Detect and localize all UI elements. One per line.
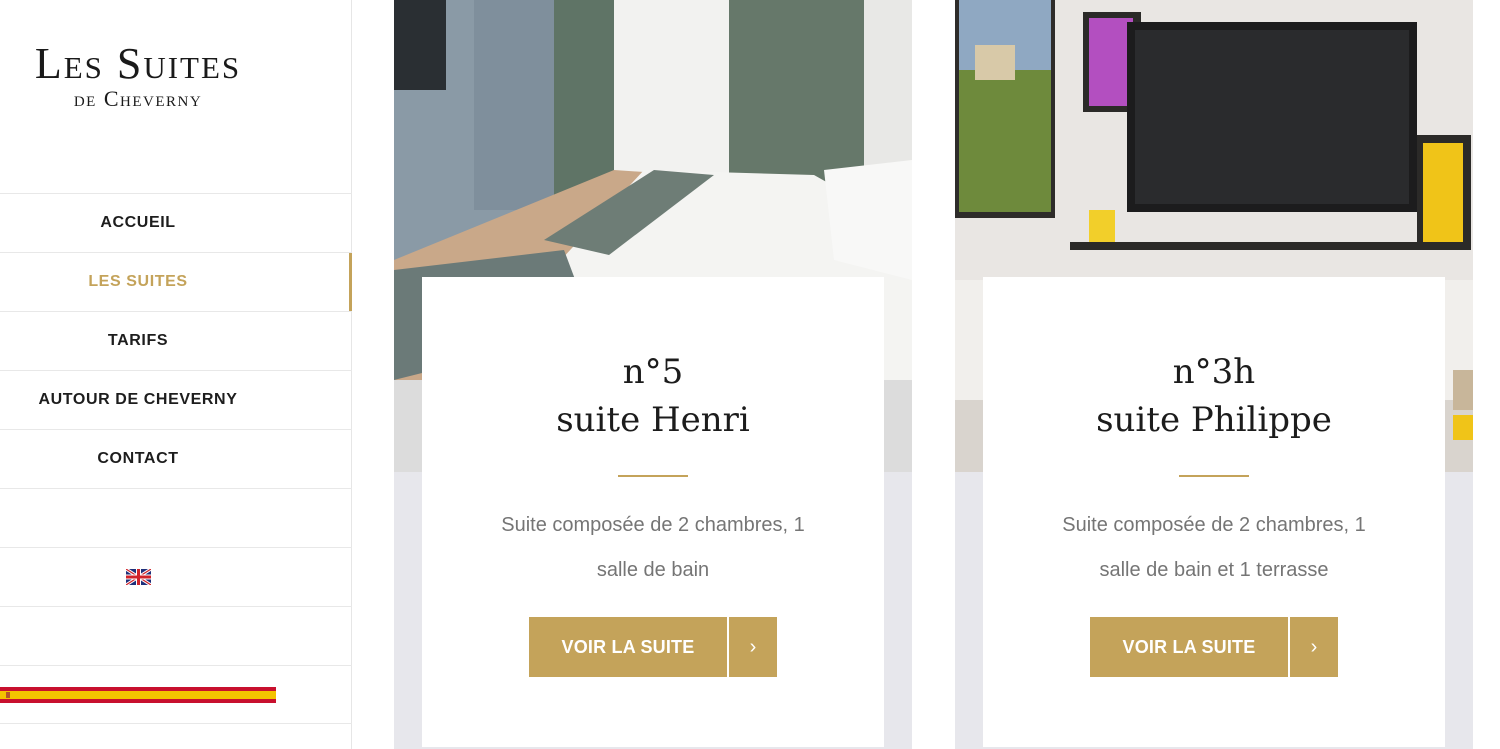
button-label: VOIR LA SUITE: [1090, 617, 1290, 677]
suite-number: n°3h: [1172, 352, 1256, 392]
nav-item-tarifs[interactable]: TARIFS: [0, 311, 352, 370]
site-logo[interactable]: Les Suites de Cheverny: [0, 40, 276, 112]
logo-title: Les Suites: [34, 39, 242, 88]
suites-content: n°5 suite Henri Suite composée de 2 cham…: [352, 0, 1500, 749]
suite-card-philippe: n°3h suite Philippe Suite composée de 2 …: [955, 0, 1473, 749]
chevron-right-icon: ›: [749, 635, 757, 658]
button-label: VOIR LA SUITE: [529, 617, 729, 677]
nav-item-label: ACCUEIL: [100, 214, 176, 231]
uk-flag-icon: [125, 569, 151, 585]
chevron-right-icon: ›: [1310, 635, 1318, 658]
logo-subtitle: de Cheverny: [73, 86, 203, 111]
title-divider: [618, 475, 688, 477]
language-es[interactable]: [0, 665, 352, 724]
suite-description: Suite composée de 2 chambres, 1 salle de…: [501, 514, 805, 581]
nav-item-accueil[interactable]: ACCUEIL: [0, 193, 352, 252]
suite-card-henri: n°5 suite Henri Suite composée de 2 cham…: [394, 0, 912, 749]
flag-wrap: [0, 510, 276, 526]
suite-philippe-info: n°3h suite Philippe Suite composée de 2 …: [983, 277, 1445, 747]
german-flag-icon: [0, 628, 276, 644]
flag-wrap: [0, 686, 276, 703]
spanish-flag-icon: [0, 686, 276, 703]
suite-henri-info: n°5 suite Henri Suite composée de 2 cham…: [422, 277, 884, 747]
title-divider: [1179, 475, 1249, 477]
nav-item-label: AUTOUR DE CHEVERNY: [38, 391, 238, 408]
nav-item-label: TARIFS: [107, 332, 169, 349]
nav-item-label: LES SUITES: [88, 273, 188, 290]
language-de[interactable]: [0, 606, 352, 665]
sidebar: Les Suites de Cheverny ACCUEIL LES SUITE…: [0, 0, 353, 749]
nav-item-contact[interactable]: CONTACT: [0, 429, 352, 488]
voir-la-suite-button[interactable]: VOIR LA SUITE ›: [529, 617, 777, 677]
flag-wrap: [0, 569, 276, 585]
suite-name: suite Philippe: [1096, 400, 1332, 440]
language-fr[interactable]: [0, 488, 352, 547]
main-nav: ACCUEIL LES SUITES TARIFS AUTOUR DE CHEV…: [0, 193, 353, 724]
french-flag-icon: [0, 510, 276, 526]
nav-item-autour-de-cheverny[interactable]: AUTOUR DE CHEVERNY: [0, 370, 352, 429]
suite-number: n°5: [622, 352, 684, 392]
voir-la-suite-button[interactable]: VOIR LA SUITE ›: [1090, 617, 1338, 677]
suite-description: Suite composée de 2 chambres, 1 salle de…: [1062, 514, 1366, 581]
nav-item-label: CONTACT: [97, 450, 179, 467]
flag-wrap: [0, 628, 276, 644]
suite-name: suite Henri: [556, 400, 750, 440]
nav-item-les-suites[interactable]: LES SUITES: [0, 252, 353, 311]
language-en[interactable]: [0, 547, 352, 606]
